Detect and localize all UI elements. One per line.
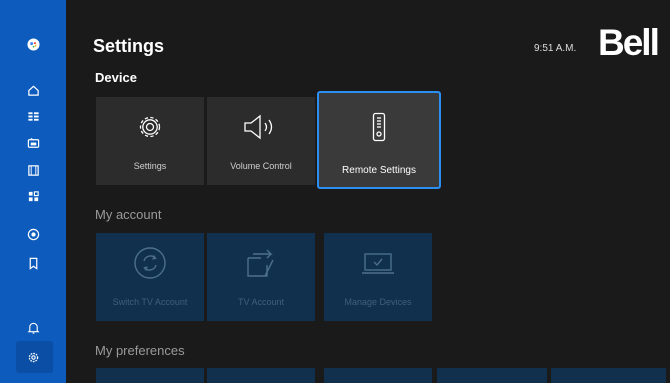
tile-label: TV Account [237, 297, 285, 307]
section-title-device: Device [95, 70, 137, 85]
brand-logo: Bell [598, 22, 660, 63]
bell-icon[interactable] [23, 317, 43, 337]
tile-label: Switch TV Account [112, 297, 188, 307]
preference-tile[interactable] [437, 368, 547, 383]
apps-icon[interactable] [23, 186, 43, 206]
home-icon[interactable] [23, 80, 43, 100]
preference-tile[interactable] [207, 368, 315, 383]
volume-icon [242, 113, 280, 141]
record-icon[interactable] [23, 224, 43, 244]
tile-label: Settings [133, 161, 167, 171]
tile-label: Manage Devices [344, 297, 412, 307]
preference-tile[interactable] [324, 368, 432, 383]
section-title-my-preferences: My preferences [95, 343, 185, 358]
bookmark-icon[interactable] [23, 253, 43, 273]
movies-icon[interactable] [23, 160, 43, 180]
remote-icon [372, 112, 386, 142]
tile-remote-settings[interactable]: Remote Settings [317, 91, 441, 189]
preference-tile[interactable] [96, 368, 204, 383]
laptop-icon [359, 249, 397, 277]
google-assistant-icon[interactable] [23, 34, 43, 54]
tile-manage-devices[interactable]: Manage Devices [324, 233, 432, 321]
tile-label: Volume Control [230, 161, 292, 171]
section-title-my-account: My account [95, 207, 162, 222]
tile-label: Remote Settings [342, 165, 416, 176]
tv-icon[interactable] [23, 133, 43, 153]
gear-icon [135, 113, 165, 141]
page-title: Settings [93, 36, 165, 56]
gear-icon[interactable] [23, 347, 43, 367]
tile-volume-control[interactable]: Volume Control [207, 97, 315, 185]
tile-tv-account[interactable]: TV Account [207, 233, 315, 321]
switch-account-icon [133, 247, 167, 279]
tv-account-icon [243, 249, 279, 277]
preference-tile[interactable] [551, 368, 666, 383]
sidebar [0, 0, 66, 383]
guide-icon[interactable] [23, 106, 43, 126]
tile-settings[interactable]: Settings [96, 97, 204, 185]
clock: 9:51 A.M. [534, 43, 577, 54]
tile-switch-tv-account[interactable]: Switch TV Account [96, 233, 204, 321]
